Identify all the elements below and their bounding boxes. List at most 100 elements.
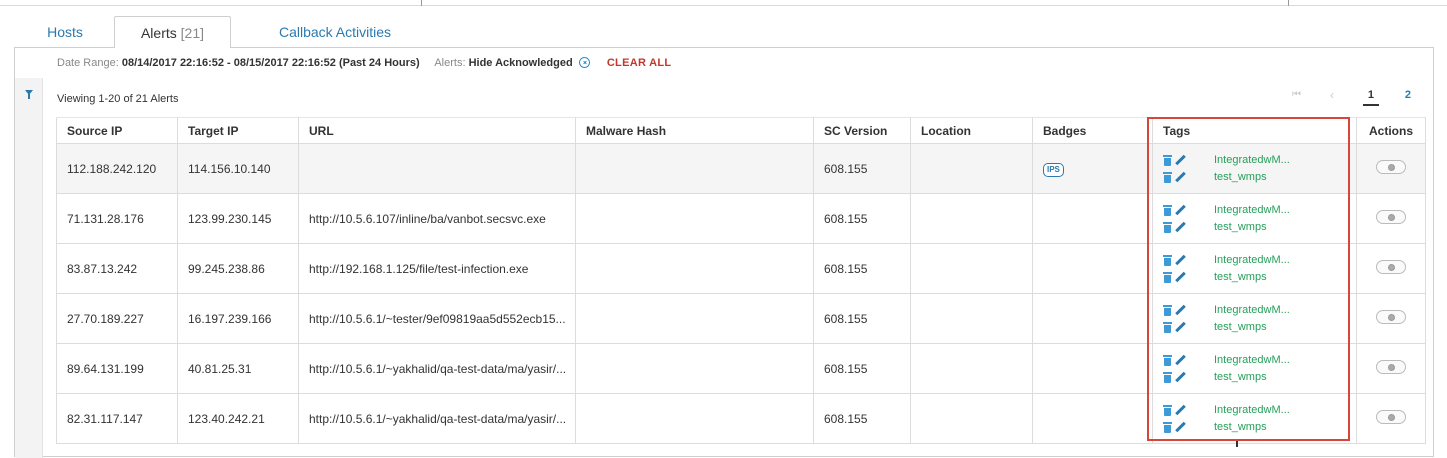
tag-link[interactable]: IntegratedwM...: [1214, 354, 1290, 366]
col-badges[interactable]: Badges: [1032, 117, 1153, 144]
cursor-mark: [1236, 439, 1238, 447]
col-source-ip[interactable]: Source IP: [56, 117, 178, 144]
table-row[interactable]: 71.131.28.176 123.99.230.145 http://10.5…: [56, 193, 1426, 244]
tab-alerts[interactable]: Alerts [21]: [114, 16, 231, 48]
actions-cell: [1356, 393, 1426, 444]
pencil-icon[interactable]: [1175, 372, 1186, 383]
trash-icon[interactable]: [1163, 204, 1172, 216]
pencil-icon[interactable]: [1175, 155, 1186, 166]
actions-cell: [1356, 343, 1426, 394]
location-cell: [910, 393, 1033, 444]
trash-icon[interactable]: [1163, 421, 1172, 433]
tag-link[interactable]: test_wmps: [1214, 171, 1267, 183]
viewing-count: Viewing 1-20 of 21 Alerts: [57, 93, 179, 105]
first-page-icon[interactable]: ⏮: [1292, 86, 1301, 104]
tags-cell: IntegratedwM... test_wmps: [1152, 343, 1357, 394]
hash-cell: [575, 343, 814, 394]
trash-icon[interactable]: [1163, 304, 1172, 316]
funnel-icon[interactable]: [25, 90, 33, 99]
pencil-icon[interactable]: [1175, 255, 1186, 266]
date-range-value: 08/14/2017 22:16:52 - 08/15/2017 22:16:5…: [121, 57, 420, 69]
trash-icon[interactable]: [1163, 271, 1172, 283]
tag-link[interactable]: IntegratedwM...: [1214, 304, 1290, 316]
trash-icon[interactable]: [1163, 171, 1172, 183]
source-ip-cell: 83.87.13.242: [56, 243, 178, 294]
target-ip-cell: 40.81.25.31: [177, 343, 299, 394]
table-row[interactable]: 112.188.242.120 114.156.10.140 608.155 I…: [56, 143, 1426, 194]
trash-icon[interactable]: [1163, 371, 1172, 383]
source-ip-cell: 71.131.28.176: [56, 193, 178, 244]
col-sc-version[interactable]: SC Version: [813, 117, 911, 144]
col-malware-hash[interactable]: Malware Hash: [575, 117, 814, 144]
tags-cell: IntegratedwM... test_wmps: [1152, 393, 1357, 444]
source-ip-cell: 82.31.117.147: [56, 393, 178, 444]
trash-icon[interactable]: [1163, 221, 1172, 233]
prev-page-icon[interactable]: ‹: [1330, 86, 1334, 104]
location-cell: [910, 293, 1033, 344]
pencil-icon[interactable]: [1175, 355, 1186, 366]
tag-link[interactable]: test_wmps: [1214, 271, 1267, 283]
gear-icon: [1388, 414, 1395, 421]
table-row[interactable]: 89.64.131.199 40.81.25.31 http://10.5.6.…: [56, 343, 1426, 394]
source-ip-cell: 27.70.189.227: [56, 293, 178, 344]
actions-button[interactable]: [1376, 260, 1406, 274]
tags-cell: IntegratedwM... test_wmps: [1152, 193, 1357, 244]
alerts-filter-value: Hide Acknowledged: [468, 57, 573, 69]
table-row[interactable]: 82.31.117.147 123.40.242.21 http://10.5.…: [56, 393, 1426, 444]
trash-icon[interactable]: [1163, 354, 1172, 366]
col-tags[interactable]: Tags: [1152, 117, 1357, 144]
tab-count: [21]: [180, 25, 205, 41]
pencil-icon[interactable]: [1175, 272, 1186, 283]
pencil-icon[interactable]: [1175, 422, 1186, 433]
actions-button[interactable]: [1376, 310, 1406, 324]
tab-callback-activities[interactable]: Callback Activities: [260, 16, 410, 48]
pencil-icon[interactable]: [1175, 172, 1186, 183]
actions-button[interactable]: [1376, 160, 1406, 174]
page-1-button[interactable]: 1: [1362, 86, 1379, 106]
tag-link[interactable]: IntegratedwM...: [1214, 154, 1290, 166]
col-url[interactable]: URL: [298, 117, 576, 144]
trash-icon[interactable]: [1163, 154, 1172, 166]
table-row[interactable]: 27.70.189.227 16.197.239.166 http://10.5…: [56, 293, 1426, 344]
filter-summary: Date Range: 08/14/2017 22:16:52 - 08/15/…: [57, 57, 671, 69]
table-row[interactable]: 83.87.13.242 99.245.238.86 http://192.16…: [56, 243, 1426, 294]
actions-button[interactable]: [1376, 210, 1406, 224]
tags-cell: IntegratedwM... test_wmps: [1152, 243, 1357, 294]
gear-icon: [1388, 264, 1395, 271]
tag-link[interactable]: IntegratedwM...: [1214, 204, 1290, 216]
pencil-icon[interactable]: [1175, 222, 1186, 233]
tab-hosts[interactable]: Hosts: [34, 16, 96, 48]
top-divider: [0, 0, 1447, 6]
tab-bar: Hosts Alerts [21] Callback Activities: [14, 16, 1434, 48]
tag-link[interactable]: test_wmps: [1214, 421, 1267, 433]
trash-icon[interactable]: [1163, 254, 1172, 266]
pencil-icon[interactable]: [1175, 305, 1186, 316]
trash-icon[interactable]: [1163, 404, 1172, 416]
source-ip-cell: 89.64.131.199: [56, 343, 178, 394]
badges-cell: [1032, 293, 1153, 344]
filter-sidebar: [15, 78, 43, 458]
tag-link[interactable]: test_wmps: [1214, 221, 1267, 233]
col-target-ip[interactable]: Target IP: [177, 117, 299, 144]
badges-cell: [1032, 343, 1153, 394]
col-actions: Actions: [1356, 117, 1426, 144]
actions-button[interactable]: [1376, 360, 1406, 374]
pencil-icon[interactable]: [1175, 322, 1186, 333]
x-icon[interactable]: [578, 57, 590, 68]
col-location[interactable]: Location: [910, 117, 1033, 144]
clear-all-button[interactable]: CLEAR ALL: [607, 57, 672, 69]
location-cell: [910, 143, 1033, 194]
trash-icon[interactable]: [1163, 321, 1172, 333]
tag-link[interactable]: test_wmps: [1214, 321, 1267, 333]
page-2-button[interactable]: 2: [1405, 86, 1411, 104]
url-cell: [298, 143, 576, 194]
tag-link[interactable]: IntegratedwM...: [1214, 404, 1290, 416]
location-cell: [910, 243, 1033, 294]
actions-button[interactable]: [1376, 410, 1406, 424]
pencil-icon[interactable]: [1175, 405, 1186, 416]
tag-link[interactable]: IntegratedwM...: [1214, 254, 1290, 266]
ips-badge: IPS: [1043, 162, 1064, 177]
badges-cell: IPS: [1032, 143, 1153, 194]
tag-link[interactable]: test_wmps: [1214, 371, 1267, 383]
pencil-icon[interactable]: [1175, 205, 1186, 216]
